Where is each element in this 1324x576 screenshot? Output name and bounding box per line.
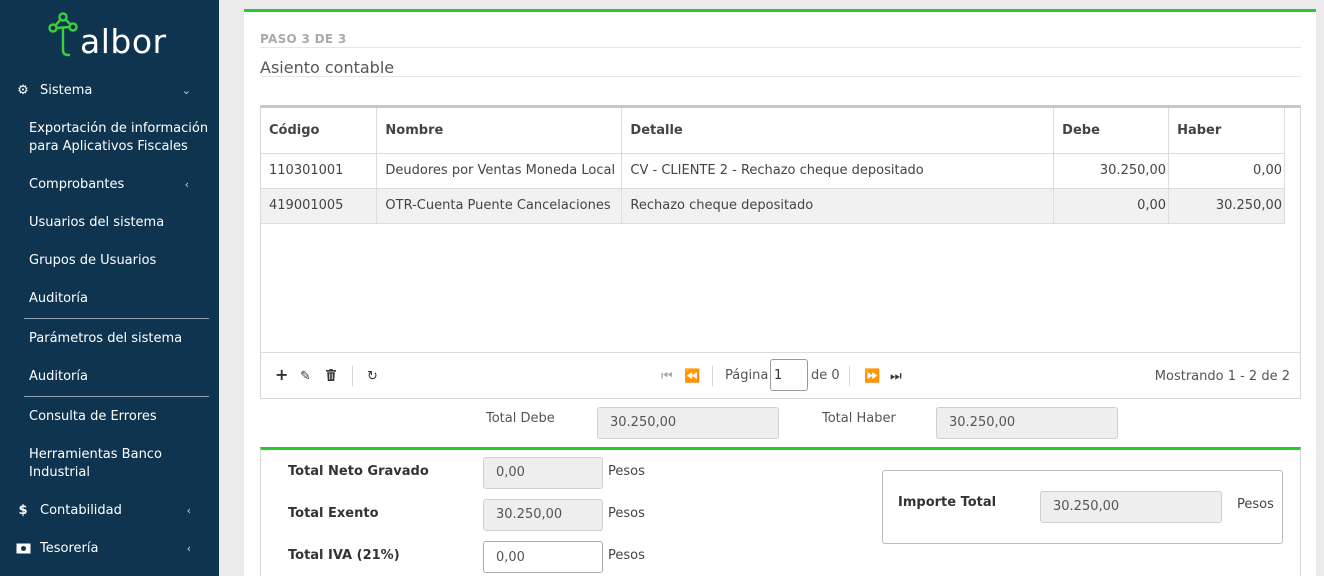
table-row[interactable]: 110301001 Deudores por Ventas Moneda Loc… [261,153,1285,189]
edit-pencil-icon[interactable]: ✎ [300,369,311,384]
nav-auditoria-1[interactable]: Auditoría [29,290,209,308]
unit-label: Pesos [608,506,645,521]
page-of-label: de 0 [811,368,840,383]
cell-detalle: CV - CLIENTE 2 - Rechazo cheque deposita… [621,153,1055,189]
refresh-icon[interactable]: ↻ [367,369,378,384]
cell-codigo: 419001005 [261,188,378,224]
nav-consulta-errores[interactable]: Consulta de Errores [29,408,209,426]
chevron-left-icon: ‹ [184,178,189,191]
cell-haber: 30.250,00 [1168,188,1285,224]
nav-auditoria-2[interactable]: Auditoría [29,368,209,386]
unit-label: Pesos [608,548,645,563]
page-label: Página [725,368,769,383]
albor-logo[interactable]: albor [48,2,167,58]
cell-nombre: OTR-Cuenta Puente Cancelaciones [376,188,623,224]
brand-name: albor [80,22,167,61]
last-page-icon[interactable]: ⏭ [890,369,902,384]
money-bill-icon [14,543,32,554]
divider [260,76,1301,77]
nav-contabilidad-label: Contabilidad [40,502,122,518]
cell-haber: 0,00 [1168,153,1285,189]
nav-comprobantes[interactable]: Comprobantes ‹ [29,176,209,194]
main-panel: PASO 3 DE 3 Asiento contable Código Nomb… [244,9,1316,576]
cell-debe: 0,00 [1053,188,1170,224]
cell-detalle: Rechazo cheque depositado [621,188,1055,224]
total-neto-field: 0,00 [483,457,603,489]
column-header-detalle[interactable]: Detalle [621,108,1055,154]
column-header-debe[interactable]: Debe [1053,108,1170,154]
nav-grupos[interactable]: Grupos de Usuarios [29,252,209,270]
pager-separator [352,366,353,386]
wizard-step: PASO 3 DE 3 [260,32,347,46]
asiento-table: Código Nombre Detalle Debe Haber 1103010… [261,108,1285,224]
page-number-input[interactable] [770,359,808,391]
nav-comprobantes-label: Comprobantes [29,177,125,192]
total-neto-label: Total Neto Gravado [288,464,429,479]
page-title: Asiento contable [260,58,395,77]
importe-total-field: 30.250,00 [1040,491,1222,523]
unit-label: Pesos [608,464,645,479]
chevron-left-icon: ‹ [186,541,191,555]
nav-tesoreria[interactable]: Tesorería ‹ [0,529,219,567]
divider [260,47,1301,48]
importe-total-label: Importe Total [898,495,997,510]
nav-tesoreria-label: Tesorería [40,540,99,556]
next-page-icon[interactable]: ⏩ [864,369,880,384]
column-header-haber[interactable]: Haber [1168,108,1285,154]
asiento-grid: Código Nombre Detalle Debe Haber 1103010… [260,105,1301,399]
cogs-icon: ⚙ [17,82,29,98]
total-iva-label: Total IVA (21%) [288,548,400,563]
cell-codigo: 110301001 [261,153,378,189]
nav-usuarios[interactable]: Usuarios del sistema [29,214,209,232]
nav-herramientas-banco[interactable]: Herramientas Banco Industrial [29,446,209,482]
total-iva-input[interactable] [483,541,603,573]
nav-sistema-label: Sistema [40,82,93,98]
nav-contabilidad[interactable]: $ Contabilidad ‹ [0,491,219,529]
nav-divider [24,318,209,319]
table-row[interactable]: 419001005 OTR-Cuenta Puente Cancelacione… [261,188,1285,224]
add-icon[interactable]: + [275,365,288,384]
column-header-codigo[interactable]: Código [261,108,378,154]
nav-sistema[interactable]: ⚙ Sistema ⌄ [0,71,219,109]
dollar-icon: $ [18,502,28,518]
chevron-down-icon: ⌄ [181,83,191,97]
total-exento-label: Total Exento [288,506,379,521]
sidebar: albor ⚙ Sistema ⌄ Exportación de informa… [0,0,219,576]
total-haber-label: Total Haber [822,411,896,426]
total-exento-field: 30.250,00 [483,499,603,531]
grid-pager: + ✎ ↻ ⏮ ⏪ Página de 0 ⏩ ⏭ Mostrando 1 - … [261,352,1300,399]
pager-separator [849,366,850,386]
importe-total-box: Importe Total 30.250,00 Pesos [882,470,1283,544]
prev-page-icon[interactable]: ⏪ [684,369,700,384]
pager-separator [712,366,713,386]
total-debe-field: 30.250,00 [597,407,779,439]
chevron-left-icon: ‹ [186,503,191,517]
cell-debe: 30.250,00 [1053,153,1170,189]
pager-info: Mostrando 1 - 2 de 2 [1154,369,1290,384]
nav-parametros[interactable]: Parámetros del sistema [29,330,209,348]
unit-label: Pesos [1237,497,1274,512]
first-page-icon[interactable]: ⏮ [661,369,673,384]
summary-box: Total Neto Gravado 0,00 Pesos Total Exen… [260,447,1301,576]
logo-network-icon [48,12,78,57]
total-debe-label: Total Debe [486,411,555,426]
total-haber-field: 30.250,00 [936,407,1118,439]
trash-icon[interactable] [326,369,336,385]
nav-divider [24,396,209,397]
cell-nombre: Deudores por Ventas Moneda Local [376,153,623,189]
nav-exportacion[interactable]: Exportación de información para Aplicati… [29,120,209,156]
column-header-nombre[interactable]: Nombre [376,108,623,154]
